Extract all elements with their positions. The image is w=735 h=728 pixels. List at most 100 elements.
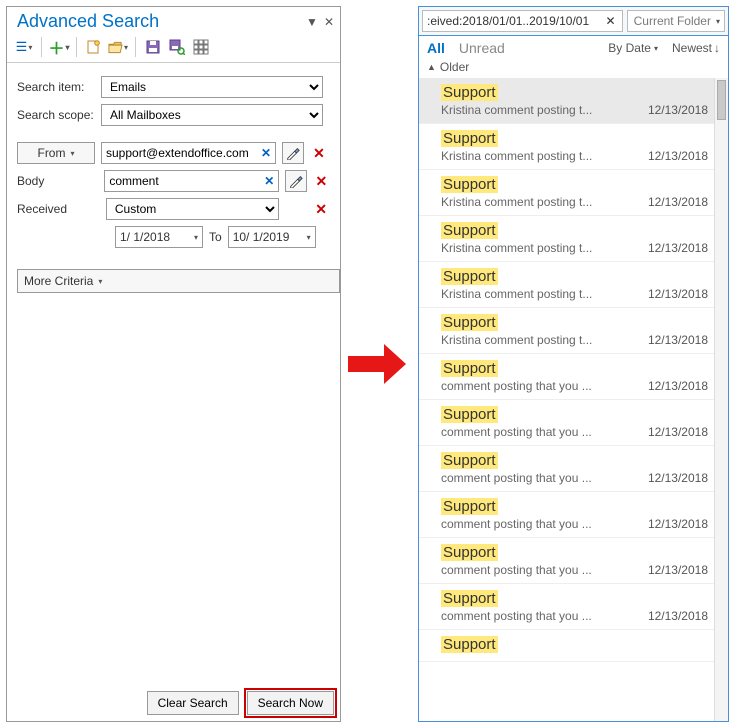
mail-sender: Support <box>441 84 498 101</box>
body-label: Body <box>17 174 92 188</box>
mail-date: 12/13/2018 <box>648 609 712 623</box>
clear-search-button[interactable]: Clear Search <box>147 691 239 715</box>
from-button[interactable]: From▾ <box>17 142 95 164</box>
received-label: Received <box>17 202 94 216</box>
mail-filter-bar: All Unread By Date▾ Newest↓ <box>419 36 728 56</box>
mail-item[interactable]: Supportcomment posting that you ...12/13… <box>419 492 714 538</box>
mail-item[interactable]: Support comment posting that you ... 12/13… <box>419 446 714 492</box>
mail-date: 12/13/2018 <box>648 425 712 439</box>
search-query-chip[interactable]: :eived:2018/01/01..2019/10/01 ✕ <box>422 10 623 32</box>
more-criteria-button[interactable]: More Criteria▾ <box>17 269 340 293</box>
mail-list: Support Kristina comment posting t... 12/1… <box>419 78 728 721</box>
query-clear-icon[interactable]: ✕ <box>602 14 620 28</box>
mail-subject: comment posting that you ... <box>441 379 642 393</box>
body-picker-icon[interactable] <box>285 170 306 192</box>
from-input-wrap: ✕ <box>101 142 276 164</box>
tab-unread[interactable]: Unread <box>459 40 505 56</box>
tab-all[interactable]: All <box>427 40 445 56</box>
mail-item[interactable]: Support <box>419 630 714 662</box>
mail-date: 12/13/2018 <box>648 103 712 117</box>
mail-sender: Support <box>441 498 498 515</box>
mail-date: 12/13/2018 <box>648 471 712 485</box>
date-to-label: To <box>209 230 222 244</box>
received-remove-icon[interactable]: ✕ <box>312 201 330 218</box>
mail-subject: comment posting that you ... <box>441 471 642 485</box>
list-icon[interactable]: ☰▾ <box>13 36 35 58</box>
open-folder-icon[interactable]: ▾ <box>107 36 129 58</box>
mail-item[interactable]: Support Kristina comment posting t... 12/1… <box>419 308 714 354</box>
body-input[interactable] <box>105 174 260 188</box>
mail-sender: Support <box>441 360 498 377</box>
mail-date: 12/13/2018 <box>648 563 712 577</box>
add-icon[interactable]: ＋▾ <box>48 36 70 58</box>
mail-item[interactable]: SupportKristina comment posting t...12/1… <box>419 216 714 262</box>
from-remove-icon[interactable]: ✕ <box>310 145 328 162</box>
mail-date: 12/13/2018 <box>648 379 712 393</box>
mail-sender: Support <box>441 268 498 285</box>
mail-item[interactable]: SupportKristina comment posting t...12/1… <box>419 170 714 216</box>
received-select[interactable]: Custom <box>106 198 279 220</box>
mail-sender: Support <box>441 452 498 469</box>
close-icon[interactable]: ✕ <box>324 15 334 29</box>
scope-dropdown[interactable]: Current Folder▾ <box>627 10 725 32</box>
mail-date: 12/13/2018 <box>648 149 712 163</box>
mail-sender: Support <box>441 636 498 653</box>
save-icon[interactable] <box>142 36 164 58</box>
mail-date: 12/13/2018 <box>648 333 712 347</box>
mail-sender: Support <box>441 130 498 147</box>
date-from-input[interactable]: 1/ 1/2018▾ <box>115 226 203 248</box>
mail-sender: Support <box>441 222 498 239</box>
mail-item[interactable]: Support comment posting that you ... 12/13… <box>419 538 714 584</box>
mail-subject: comment posting that you ... <box>441 609 642 623</box>
search-item-select[interactable]: Emails <box>101 76 323 98</box>
search-scope-label: Search scope: <box>17 108 95 122</box>
mail-subject: Kristina comment posting t... <box>441 195 642 209</box>
mail-item[interactable]: Support Kristina comment posting t... 12/1… <box>419 124 714 170</box>
mail-subject: comment posting that you ... <box>441 563 642 577</box>
mail-sender: Support <box>441 590 498 607</box>
mail-date: 12/13/2018 <box>648 287 712 301</box>
mail-subject: comment posting that you ... <box>441 425 642 439</box>
collapse-icon[interactable]: ▲ <box>427 62 436 72</box>
body-input-wrap: ✕ <box>104 170 279 192</box>
search-now-button[interactable]: Search Now <box>247 691 334 715</box>
results-header: :eived:2018/01/01..2019/10/01 ✕ Current … <box>419 7 728 36</box>
save-search-icon[interactable] <box>166 36 188 58</box>
mail-item[interactable]: Supportcomment posting that you ...12/13… <box>419 400 714 446</box>
mail-item[interactable]: Support comment posting that you ... 12/13… <box>419 354 714 400</box>
body-remove-icon[interactable]: ✕ <box>313 173 330 190</box>
body-clear-icon[interactable]: ✕ <box>260 174 278 188</box>
from-clear-icon[interactable]: ✕ <box>257 146 275 160</box>
title-bar: Advanced Search ▼ ✕ <box>7 7 340 34</box>
from-picker-icon[interactable] <box>282 142 304 164</box>
search-form: Search item: Emails Search scope: All Ma… <box>7 69 340 255</box>
action-buttons: Clear Search Search Now <box>7 685 340 721</box>
sort-order-dropdown[interactable]: Newest↓ <box>672 41 720 55</box>
mail-subject: Kristina comment posting t... <box>441 241 642 255</box>
mail-item[interactable]: Support Kristina comment posting t... 12/1… <box>419 78 714 124</box>
search-results-panel: :eived:2018/01/01..2019/10/01 ✕ Current … <box>418 6 729 722</box>
mail-subject: Kristina comment posting t... <box>441 149 642 163</box>
scrollbar-thumb[interactable] <box>717 80 726 120</box>
grid-icon[interactable] <box>190 36 212 58</box>
arrow-icon <box>348 344 408 384</box>
mail-sender: Support <box>441 544 498 561</box>
mail-subject: Kristina comment posting t... <box>441 287 642 301</box>
mail-item[interactable]: Support Kristina comment posting t... 12/1… <box>419 262 714 308</box>
mail-item[interactable]: Support comment posting that you ... 12/13… <box>419 584 714 630</box>
pin-icon[interactable]: ▼ <box>306 15 318 29</box>
mail-sender: Support <box>441 314 498 331</box>
mail-date: 12/13/2018 <box>648 517 712 531</box>
mail-subject: Kristina comment posting t... <box>441 103 642 117</box>
search-scope-select[interactable]: All Mailboxes <box>101 104 323 126</box>
mail-sender: Support <box>441 176 498 193</box>
date-to-input[interactable]: 10/ 1/2019▾ <box>228 226 316 248</box>
new-file-icon[interactable] <box>83 36 105 58</box>
sort-by-dropdown[interactable]: By Date▾ <box>608 41 658 55</box>
from-input[interactable] <box>102 146 257 160</box>
toolbar: ☰▾ ＋▾ ▾ <box>7 34 340 62</box>
group-header-older[interactable]: ▲ Older <box>419 56 728 78</box>
mail-subject: Kristina comment posting t... <box>441 333 642 347</box>
scrollbar[interactable] <box>714 78 728 721</box>
advanced-search-panel: Advanced Search ▼ ✕ ☰▾ ＋▾ ▾ Search item: <box>6 6 341 722</box>
